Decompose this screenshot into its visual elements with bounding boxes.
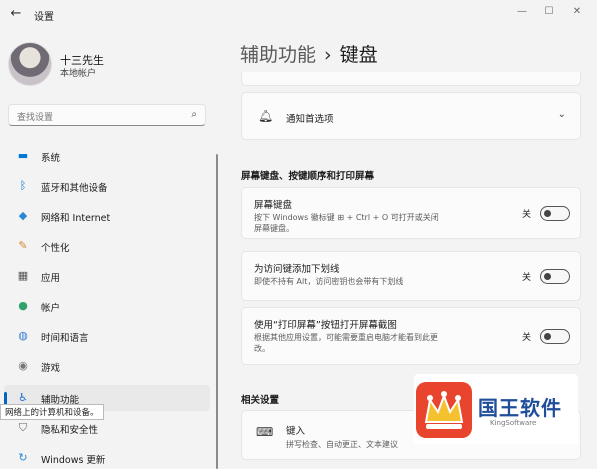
notification-preferences-label: 通知首选项	[286, 114, 334, 125]
sidebar-item-label: 蓝牙和其他设备	[41, 183, 108, 194]
sidebar-item-windows-update[interactable]: ↻ Windows 更新	[4, 445, 210, 469]
sidebar-item-accounts[interactable]: ● 帐户	[4, 293, 210, 319]
option-title: 使用“打印屏幕”按钮打开屏幕截图	[254, 320, 397, 331]
title-bar: ← 设置 — ☐ ✕	[0, 0, 597, 30]
watermark: 国王软件 KingSoftware	[414, 374, 578, 444]
on-screen-keyboard-toggle[interactable]	[540, 206, 570, 221]
minimize-icon: —	[517, 6, 527, 17]
option-title: 为访问键添加下划线	[254, 264, 340, 275]
sidebar-item-label: 帐户	[41, 303, 61, 314]
breadcrumb-separator: ›	[324, 44, 332, 66]
toggle-state-label: 关	[522, 333, 532, 343]
brush-icon: ✎	[18, 239, 28, 252]
maximize-button[interactable]: ☐	[537, 4, 561, 20]
bell-icon: 🔔︎	[258, 109, 274, 123]
sidebar-item-network[interactable]: ◆ 网络和 Internet	[4, 203, 210, 229]
toggle-state-label: 关	[522, 210, 532, 220]
crown-logo-icon	[416, 382, 472, 438]
sidebar-item-system[interactable]: ▬ 系统	[4, 143, 210, 169]
on-screen-keyboard-card: 屏幕键盘 按下 Windows 徽标键 ⊞ + Ctrl + O 可打开或关闭屏…	[241, 187, 581, 239]
typing-title: 键入	[286, 426, 306, 437]
print-screen-card: 使用“打印屏幕”按钮打开屏幕截图 根据其他应用设置，可能需要重启电脑才能看到此更…	[241, 307, 581, 365]
apps-icon: ▦	[17, 269, 29, 282]
section-title-keyboard: 屏幕键盘、按键顺序和打印屏幕	[241, 171, 375, 182]
sidebar-scrollbar[interactable]	[216, 154, 218, 469]
breadcrumb-parent[interactable]: 辅助功能	[240, 44, 316, 66]
sidebar-item-label: 游戏	[41, 363, 61, 374]
game-icon: ◉	[18, 359, 28, 372]
app-title: 设置	[34, 12, 54, 23]
bluetooth-icon: ᛒ	[19, 179, 27, 192]
sidebar-item-gaming[interactable]: ◉ 游戏	[4, 353, 210, 379]
back-button[interactable]: ←	[8, 6, 24, 22]
toggle-state-label: 关	[522, 273, 532, 283]
typing-description: 拼写检查、自动更正、文本建议	[286, 440, 398, 449]
page-title: 键盘	[339, 44, 378, 66]
search-icon[interactable]: ⌕	[191, 109, 197, 120]
search-box[interactable]: ⌕	[8, 104, 206, 128]
minimize-button[interactable]: —	[510, 4, 534, 20]
sidebar: 十三先生 本地帐户 ⌕ ▬ 系统 ᛒ 蓝牙和其他设备 ◆ 网络和 Interne…	[0, 30, 218, 469]
print-screen-toggle[interactable]	[540, 329, 570, 344]
wifi-icon: ◆	[18, 209, 28, 222]
close-button[interactable]: ✕	[565, 4, 589, 20]
tooltip: 网络上的计算机和设备。	[0, 404, 104, 420]
accessibility-icon: ♿	[18, 391, 28, 404]
sidebar-item-label: 时间和语言	[41, 333, 89, 344]
option-description: 即使不持有 Alt，访问密钥也会带有下划线	[254, 277, 404, 286]
maximize-icon: ☐	[544, 6, 554, 17]
globe-clock-icon: ◍	[18, 329, 28, 342]
close-icon: ✕	[572, 6, 582, 17]
underline-access-keys-toggle[interactable]	[540, 269, 570, 284]
sidebar-item-label: 网络和 Internet	[41, 213, 111, 224]
chevron-down-icon[interactable]: ⌄	[558, 109, 566, 120]
previous-card-edge	[241, 72, 581, 86]
account-type: 本地帐户	[60, 69, 97, 79]
sidebar-item-label: 隐私和安全性	[41, 425, 99, 436]
sidebar-item-apps[interactable]: ▦ 应用	[4, 263, 210, 289]
keyboard-icon: ⌨	[256, 425, 274, 439]
sidebar-item-label: 个性化	[41, 243, 70, 254]
option-title: 屏幕键盘	[254, 200, 293, 211]
sidebar-item-label: 系统	[41, 153, 61, 164]
option-description: 按下 Windows 徽标键 ⊞ + Ctrl + O 可打开或关闭屏幕键盘。	[254, 213, 439, 233]
underline-access-keys-card: 为访问键添加下划线 即使不持有 Alt，访问密钥也会带有下划线 关	[241, 251, 581, 301]
search-input[interactable]	[9, 108, 179, 128]
section-title-related: 相关设置	[241, 395, 280, 406]
update-icon: ↻	[18, 451, 28, 464]
person-icon: ●	[18, 299, 28, 312]
avatar[interactable]	[8, 42, 52, 86]
breadcrumb: 辅助功能 › 键盘	[240, 40, 378, 67]
monitor-icon: ▬	[17, 149, 29, 162]
sidebar-item-bluetooth[interactable]: ᛒ 蓝牙和其他设备	[4, 173, 210, 199]
watermark-subtitle: KingSoftware	[490, 419, 537, 427]
sidebar-item-personalization[interactable]: ✎ 个性化	[4, 233, 210, 259]
sidebar-item-label: Windows 更新	[41, 455, 106, 466]
watermark-name: 国王软件	[478, 396, 562, 420]
notification-preferences-card[interactable]: 🔔︎ 通知首选项 ⌄	[241, 92, 581, 140]
back-arrow-icon: ←	[10, 6, 22, 21]
shield-icon: ⛉	[18, 421, 28, 434]
sidebar-item-label: 应用	[41, 273, 61, 284]
option-description: 根据其他应用设置，可能需要重启电脑才能看到此更改。	[254, 333, 438, 353]
sidebar-item-time-language[interactable]: ◍ 时间和语言	[4, 323, 210, 349]
